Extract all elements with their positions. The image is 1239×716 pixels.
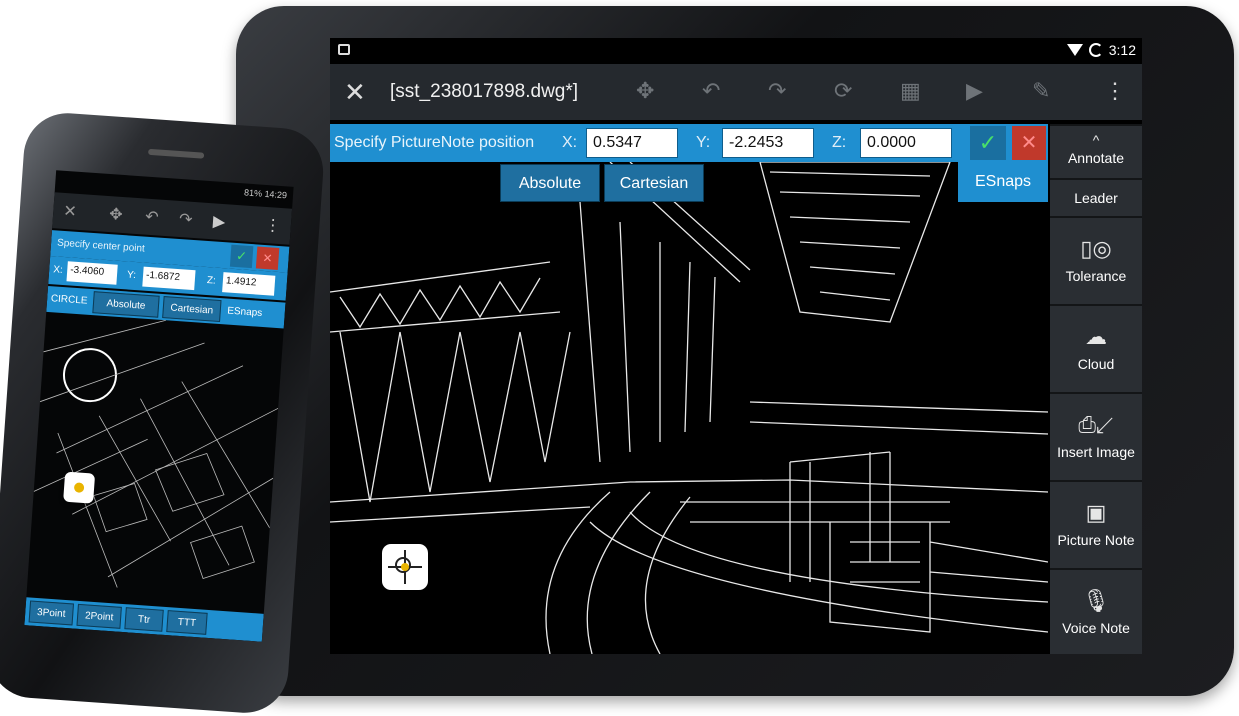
phone-y-input[interactable]: -1.6872 [142,266,196,291]
app-toolbar: ✕ [sst_238017898.dwg*] ✥ ↶ ↷ ⟳ ▦ ▶ ✎ ⋮ [330,64,1142,120]
more-vertical-icon[interactable]: ⋮ [264,215,281,236]
sync-icon [1088,43,1103,57]
x-label: X: [562,134,578,151]
phone-cancel-button[interactable]: ✕ [255,246,280,270]
option-ttt[interactable]: TTT [166,610,208,635]
option-3point[interactable]: 3Point [28,600,75,626]
z-label: Z: [832,134,847,151]
close-icon: ✕ [1020,132,1038,154]
phone-x-input[interactable]: -3.4060 [66,261,118,285]
leader-button[interactable]: Leader [1050,178,1142,216]
move-icon[interactable]: ✥ [109,204,124,225]
insert-image-button[interactable]: ⎙↙ Insert Image [1050,392,1142,480]
circle-command-label: CIRCLE [48,288,90,313]
play-icon[interactable]: ▶ [212,211,226,232]
picture-note-button[interactable]: ▣ Picture Note [1050,480,1142,568]
y-label: Y: [696,134,711,151]
phone-screen: 81% 14:29 ✕ ✥ ↶ ↷ ▶ ⋮ Specify center poi… [24,170,294,642]
drawing-canvas[interactable] [330,162,1048,654]
more-vertical-icon[interactable]: ⋮ [1104,78,1126,104]
command-prompt: Specify PictureNote position [334,134,535,151]
image-notification-icon [338,44,350,55]
check-icon: ✓ [978,130,998,155]
chevron-up-icon: ^ [1092,132,1100,148]
pencil-icon[interactable]: ✎ [1032,78,1050,104]
snap-target-button[interactable] [382,544,428,590]
cloud-button[interactable]: ☁ Cloud [1050,304,1142,392]
phone-speaker [147,148,205,159]
annotate-header[interactable]: ^ Annotate [1050,124,1142,178]
redo-icon[interactable]: ↷ [178,209,193,230]
tolerance-icon: ▯◎ [1080,236,1112,261]
close-icon[interactable]: ✕ [63,201,78,222]
tolerance-button[interactable]: ▯◎ Tolerance [1050,216,1142,304]
phone-cartesian-button[interactable]: Cartesian [162,296,222,323]
cloud-icon: ☁ [1085,324,1107,349]
close-icon[interactable]: ✕ [344,77,366,108]
command-bar: Specify PictureNote position X: 0.5347 Y… [330,124,1048,162]
option-2point[interactable]: 2Point [76,603,122,629]
picture-note-label: Picture Note [1057,532,1135,548]
annotate-label: Annotate [1067,150,1125,166]
document-title: [sst_238017898.dwg*] [390,81,579,102]
undo-icon[interactable]: ↶ [144,207,160,228]
phone-z-label: Z: [206,275,217,287]
insert-image-icon: ⎙↙ [1078,412,1114,437]
phone-drawing-canvas[interactable] [26,312,283,614]
cartesian-button[interactable]: Cartesian [604,164,704,202]
cloud-label: Cloud [1077,356,1115,372]
z-coordinate-input[interactable]: 0.0000 [860,128,952,158]
redo-icon[interactable]: ↷ [768,78,786,104]
y-coordinate-input[interactable]: -2.2453 [722,128,814,158]
voice-note-label: Voice Note [1062,620,1130,636]
leader-label: Leader [1074,190,1118,206]
confirm-button[interactable]: ✓ [970,126,1006,160]
status-bar: 3:12 [330,38,1142,64]
move-icon[interactable]: ✥ [636,78,654,104]
phone-status: 81% 14:29 [243,187,288,201]
undo-icon[interactable]: ↶ [702,78,720,104]
tablet-screen: 3:12 ✕ [sst_238017898.dwg*] ✥ ↶ ↷ ⟳ ▦ ▶ … [330,38,1142,654]
phone-z-input[interactable]: 1.4912 [222,272,276,296]
voice-note-button[interactable]: 🎙 Voice Note [1050,568,1142,654]
phone-confirm-button[interactable]: ✓ [229,244,254,269]
esnaps-button[interactable]: ESnaps [958,162,1048,202]
cancel-button[interactable]: ✕ [1012,126,1046,160]
phone-snap-target[interactable] [63,471,96,504]
absolute-button[interactable]: Absolute [500,164,600,202]
picture-note-icon: ▣ [1085,500,1107,525]
phone-x-label: X: [52,264,64,276]
x-coordinate-input[interactable]: 0.5347 [586,128,678,158]
insert-image-label: Insert Image [1057,444,1135,460]
annotate-side-panel: ^ Annotate Leader ▯◎ Tolerance ☁ Cloud ⎙… [1050,124,1142,654]
phone-command-prompt: Specify center point [56,237,146,255]
phone-esnaps-button[interactable]: ESnaps [221,300,268,326]
microphone-icon: 🎙 [1082,588,1110,613]
grid-icon[interactable]: ▦ [900,78,921,104]
tolerance-label: Tolerance [1065,268,1127,284]
phone-y-label: Y: [126,269,137,282]
phone-absolute-button[interactable]: Absolute [92,291,160,318]
option-ttr[interactable]: Ttr [124,607,164,632]
status-time: 3:12 [1108,42,1136,58]
wifi-icon [1066,44,1083,56]
refresh-icon[interactable]: ⟳ [834,78,852,104]
play-icon[interactable]: ▶ [966,78,983,104]
